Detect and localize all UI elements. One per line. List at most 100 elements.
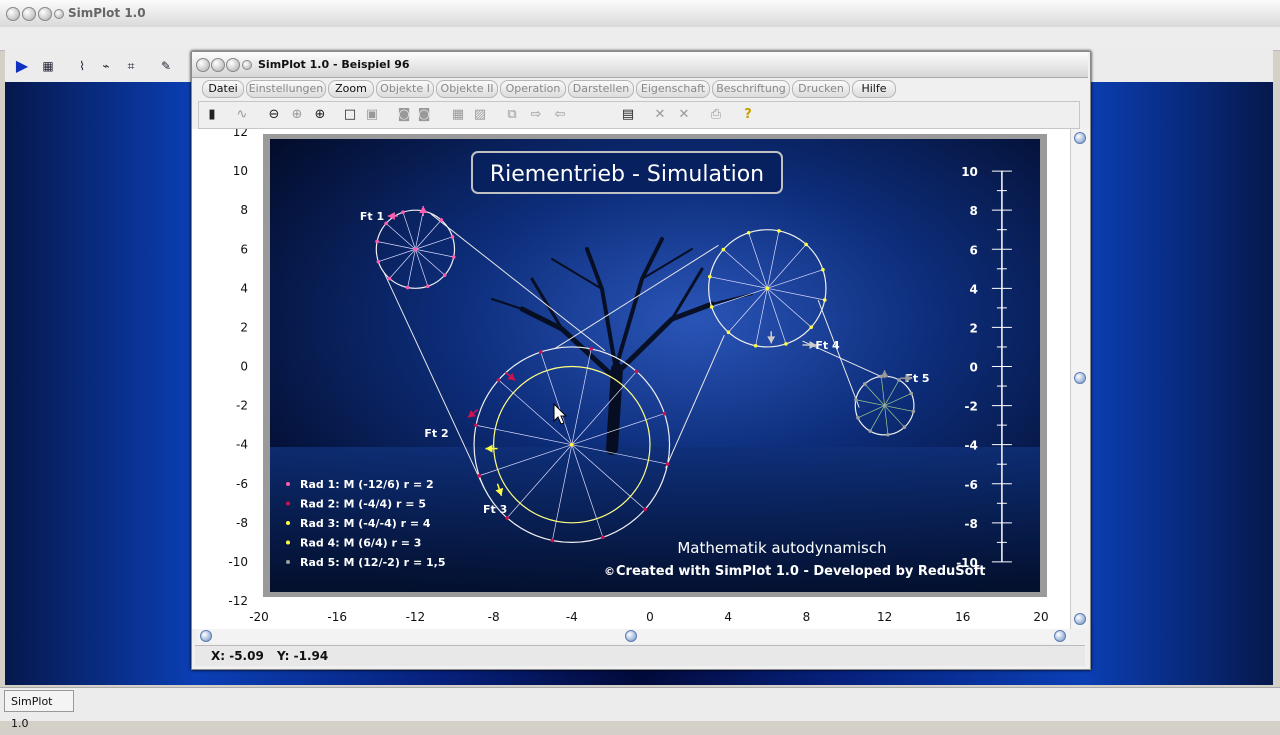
taskbar-simplot-button[interactable]: SimPlot 1.0 — [4, 690, 74, 730]
horizontal-scroll-thumb[interactable] — [625, 630, 637, 642]
wheel-rim-point — [709, 305, 714, 309]
arrow-left-icon[interactable]: ⇦ — [551, 106, 569, 124]
wheel-rim-point — [589, 347, 594, 351]
menu-datei[interactable]: Datei — [202, 80, 244, 98]
wheel-rim-point — [376, 259, 381, 264]
status-bar: X: -5.09 Y: -1.94 — [195, 645, 1085, 666]
square-icon[interactable]: □ — [341, 106, 359, 124]
menu-drucken[interactable]: Drucken — [792, 80, 850, 98]
wheel-rim-point — [809, 325, 814, 329]
scroll-up-icon[interactable] — [1074, 132, 1086, 144]
plot-svg[interactable]: 1086420-2-4-6-8-10 Ft 1Ft 2Ft 3Ft 4Ft 5 … — [192, 125, 1070, 629]
chart-title: Riementrieb - Simulation — [490, 162, 764, 187]
wheel-rim-point — [854, 397, 858, 402]
minimize-ball-icon[interactable] — [22, 7, 36, 21]
scroll-left-icon[interactable] — [200, 630, 212, 642]
y-tick-label: 6 — [240, 242, 248, 256]
wheel-rim-point — [662, 411, 667, 416]
wheel-rim-point — [746, 230, 751, 235]
menu-bar: Datei Einstellungen Zoom Objekte I Objek… — [198, 79, 1078, 99]
legend-marker — [286, 482, 290, 486]
force-3: Ft 3 — [483, 503, 507, 516]
menu-eigenschaft[interactable]: Eigenschaft — [636, 80, 710, 98]
wheel-center — [413, 247, 418, 252]
x-tick-label: 20 — [1033, 610, 1048, 624]
inner-y-tick-label: 0 — [970, 361, 978, 375]
curve-icon[interactable]: ∿ — [233, 106, 251, 124]
force-2: Ft 2 — [424, 427, 448, 440]
arrow-right-icon[interactable]: ⇨ — [527, 106, 545, 124]
menu-objekte-2[interactable]: Objekte II — [436, 80, 498, 98]
window-minimize-icon[interactable] — [211, 58, 225, 72]
calculator-icon[interactable]: ▮ — [203, 106, 221, 124]
x-tick-label: -16 — [327, 610, 347, 624]
force-label: Ft 2 — [424, 427, 448, 440]
close-ball-icon[interactable] — [6, 7, 20, 21]
inner-y-tick-label: -2 — [965, 400, 978, 414]
settings-a-icon[interactable]: ◙ — [395, 106, 413, 124]
y-tick-label: 10 — [233, 164, 248, 178]
vertical-scrollbar[interactable] — [1070, 129, 1089, 629]
wheel-rim-point — [822, 298, 827, 302]
menu-einstellungen[interactable]: Einstellungen — [246, 80, 326, 98]
force-label: Ft 3 — [483, 503, 507, 516]
zoom-out-icon[interactable]: ⊖ — [265, 106, 283, 124]
marker-icon[interactable]: ✎ — [157, 58, 175, 74]
menu-hilfe[interactable]: Hilfe — [852, 80, 896, 98]
wheel-rim-point — [405, 285, 410, 290]
wheel-rim-point — [726, 330, 731, 335]
copy-icon[interactable]: ⧉ — [503, 106, 521, 124]
x-tick-label: 12 — [877, 610, 892, 624]
x-tick-label: -12 — [406, 610, 426, 624]
y-tick-label: 12 — [233, 129, 248, 139]
help-icon[interactable]: ? — [739, 106, 757, 124]
force-label: Ft 1 — [360, 210, 384, 223]
values-icon[interactable]: ⌗ — [122, 58, 140, 74]
maximize-ball-icon[interactable] — [38, 7, 52, 21]
y-tick-label: -2 — [236, 399, 248, 413]
menu-zoom[interactable]: Zoom — [328, 80, 374, 98]
table-icon[interactable]: ▦ — [39, 58, 57, 74]
window-maximize-icon[interactable] — [226, 58, 240, 72]
graph-icon[interactable]: ⌇ — [73, 58, 91, 74]
wheel-rim-point — [550, 538, 555, 543]
app-menu-bar — [0, 27, 1280, 51]
wheel-rim-point — [753, 343, 758, 348]
y-tick-label: -10 — [228, 555, 248, 569]
zoom-icon[interactable]: ⊕ — [288, 106, 306, 124]
y-tick-label: -4 — [236, 438, 248, 452]
menu-darstellen[interactable]: Darstellen — [568, 80, 634, 98]
status-x: X: -5.09 — [211, 649, 264, 663]
scroll-down-icon[interactable] — [1074, 613, 1086, 625]
y-tick-label: -8 — [236, 516, 248, 530]
wheel-rim-point — [665, 462, 670, 466]
horizontal-scrollbar[interactable] — [197, 629, 1070, 643]
scroll-right-icon[interactable] — [1054, 630, 1066, 642]
menu-beschriftung[interactable]: Beschriftung — [712, 80, 790, 98]
legend-label: Rad 3: M (-4/-4) r = 4 — [300, 517, 431, 530]
image-icon[interactable]: ▨ — [471, 106, 489, 124]
play-icon[interactable]: ▶ — [13, 58, 31, 74]
delete-b-icon[interactable]: ✕ — [675, 106, 693, 124]
wheel-rim-point — [911, 409, 916, 414]
window-close-icon[interactable] — [196, 58, 210, 72]
graph-edit-icon[interactable]: ⌁ — [97, 58, 115, 74]
plot-area[interactable]: 10 8 6 4 2 0 -2 -4 -6 -8 -10 Ft 1 Ft 2 Ft 3 Ft 4 Ft 5 … — [192, 125, 1070, 629]
menu-operation[interactable]: Operation — [500, 80, 566, 98]
settings-b-icon[interactable]: ◙ — [415, 106, 433, 124]
x-tick-label: -20 — [249, 610, 269, 624]
zoom-in-icon[interactable]: ⊕ — [311, 106, 329, 124]
delete-a-icon[interactable]: ✕ — [651, 106, 669, 124]
force-1: Ft 1 — [360, 210, 384, 223]
frame-icon[interactable]: ▣ — [363, 106, 381, 124]
menu-objekte-1[interactable]: Objekte I — [376, 80, 434, 98]
vertical-scroll-thumb[interactable] — [1074, 372, 1086, 384]
grid-icon[interactable]: ▦ — [449, 106, 467, 124]
y-tick-label: -6 — [236, 477, 248, 491]
force-label: Ft 4 — [815, 339, 840, 352]
wheel-rim-point — [442, 273, 447, 277]
document-icon[interactable]: ▤ — [619, 106, 637, 124]
status-y: Y: -1.94 — [277, 649, 329, 663]
wheel-center — [882, 403, 887, 408]
printer-icon[interactable]: ⎙ — [707, 106, 725, 124]
